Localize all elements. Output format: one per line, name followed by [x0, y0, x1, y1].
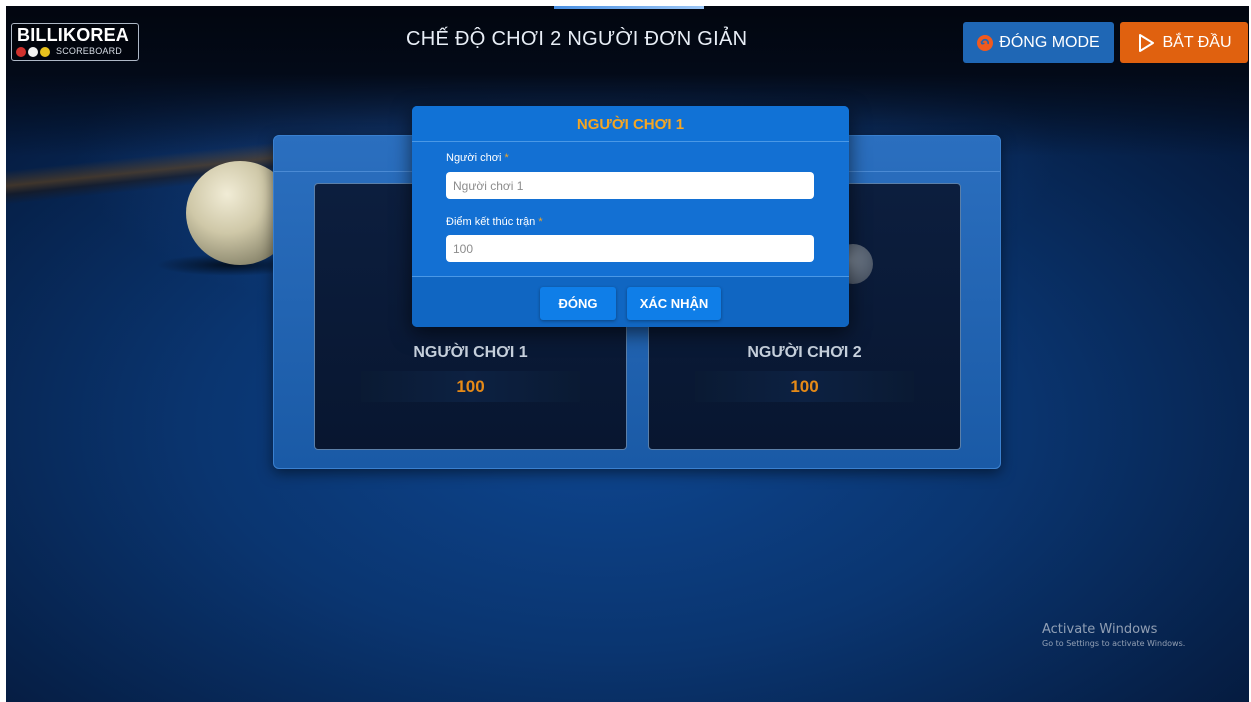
page-title: CHẾ ĐỘ CHƠI 2 NGƯỜI ĐƠN GIẢN	[406, 28, 748, 50]
close-circle-icon	[977, 34, 994, 51]
player-name-input[interactable]	[446, 172, 814, 199]
top-accent-bar	[554, 6, 704, 9]
player-settings-modal: NGƯỜI CHƠI 1 Người chơi * Điểm kết thúc …	[412, 106, 849, 327]
start-label: BẮT ĐẦU	[1162, 33, 1232, 51]
required-mark: *	[504, 152, 509, 164]
required-mark: *	[538, 216, 543, 228]
player-name: NGƯỜI CHƠI 1	[413, 344, 528, 361]
logo-dot-yellow	[40, 47, 50, 57]
player-name-label: Người chơi *	[446, 152, 509, 164]
watermark-title: Activate Windows	[1042, 622, 1158, 637]
close-button[interactable]: ĐÓNG	[540, 287, 616, 320]
end-score-label-text: Điểm kết thúc trận	[446, 216, 536, 228]
logo: BILLIKOREA SCOREBOARD	[11, 23, 139, 61]
modal-footer: ĐÓNG XÁC NHẬN	[412, 276, 849, 327]
player-score: 100	[695, 371, 914, 402]
end-score-label: Điểm kết thúc trận *	[446, 216, 543, 228]
close-mode-button[interactable]: ĐÓNG MODE	[963, 22, 1114, 63]
activate-windows-watermark: Activate Windows Go to Settings to activ…	[1042, 622, 1185, 648]
logo-dot-red	[16, 47, 26, 57]
start-button[interactable]: BẮT ĐẦU	[1120, 22, 1248, 63]
watermark-subtitle: Go to Settings to activate Windows.	[1042, 639, 1186, 648]
play-icon	[1136, 33, 1156, 53]
app-screen: BILLIKOREA SCOREBOARD CHẾ ĐỘ CHƠI 2 NGƯỜ…	[6, 6, 1249, 702]
player-name-label-text: Người chơi	[446, 152, 502, 164]
modal-header: NGƯỜI CHƠI 1	[412, 106, 849, 142]
confirm-button[interactable]: XÁC NHẬN	[627, 287, 721, 320]
player-score: 100	[361, 371, 580, 402]
logo-dot-white	[28, 47, 38, 57]
player-name: NGƯỜI CHƠI 2	[747, 344, 862, 361]
logo-title: BILLIKOREA	[17, 25, 129, 45]
modal-title: NGƯỜI CHƠI 1	[576, 116, 685, 133]
end-score-input[interactable]	[446, 235, 814, 262]
close-mode-label: ĐÓNG MODE	[999, 33, 1100, 51]
logo-subtitle: SCOREBOARD	[56, 46, 123, 56]
